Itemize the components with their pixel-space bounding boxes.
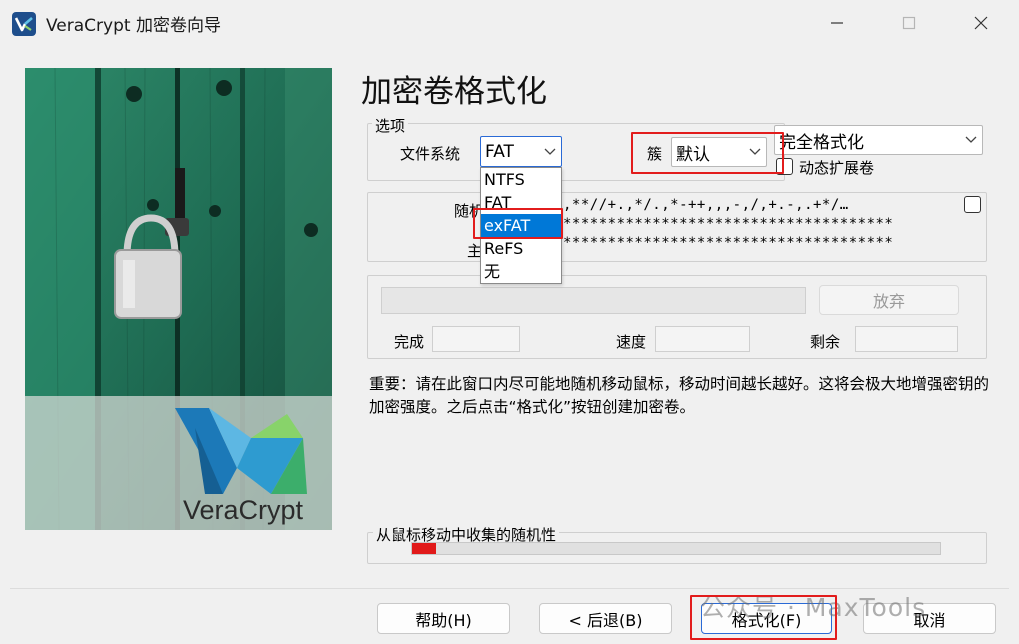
page-title: 加密卷格式化 [361, 74, 547, 110]
filesystem-select-value: FAT [485, 141, 514, 162]
chevron-down-icon [539, 148, 561, 156]
format-progress-bar [381, 287, 806, 314]
dropdown-option-exfat[interactable]: exFAT [481, 214, 561, 237]
chevron-down-icon [960, 136, 982, 144]
format-mode-value: 完全格式化 [779, 132, 864, 153]
cluster-label: 簇 [647, 145, 663, 163]
minimize-button[interactable] [808, 0, 866, 46]
header-key-value: ************************************* [563, 216, 894, 232]
maximize-button[interactable] [880, 0, 938, 46]
abort-button[interactable]: 放弃 [819, 285, 959, 315]
dropdown-option-refs[interactable]: ReFS [481, 237, 561, 260]
entropy-meter-fill [412, 543, 436, 554]
dropdown-option-ntfs[interactable]: NTFS [481, 168, 561, 191]
filesystem-select[interactable]: FAT [480, 136, 562, 167]
dynamic-volume-checkbox[interactable] [776, 158, 793, 175]
done-field [432, 326, 520, 352]
veracrypt-logo-icon [12, 12, 36, 36]
maximize-icon [902, 16, 916, 30]
wizard-side-image: VeraCrypt [25, 68, 332, 530]
format-mode-select[interactable]: 完全格式化 [774, 125, 983, 155]
watermark-text: 公众号 · MaxTools [700, 593, 927, 622]
instruction-text: 重要：请在此窗口内尽可能地随机移动鼠标，移动时间越长越好。这将会极大地增强密钥的… [369, 375, 990, 416]
remaining-label: 剩余 [810, 333, 841, 351]
speed-field [655, 326, 750, 352]
cluster-select-value: 默认 [676, 144, 710, 165]
back-button[interactable]: < 后退(B) [539, 603, 672, 634]
master-key-value: ************************************* [563, 235, 894, 251]
close-icon [974, 16, 988, 30]
dropdown-option-fat[interactable]: FAT [481, 191, 561, 214]
window-title: VeraCrypt 加密卷向导 [46, 16, 221, 36]
entropy-meter [411, 542, 941, 555]
minimize-icon [831, 22, 843, 24]
done-label: 完成 [394, 333, 425, 351]
options-group-label: 选项 [372, 115, 409, 136]
dropdown-option-none[interactable]: 无 [481, 260, 561, 283]
dynamic-volume-label: 动态扩展卷 [799, 159, 875, 177]
veracrypt-brand-text: VeraCrypt [183, 495, 304, 525]
close-button[interactable] [952, 0, 1010, 46]
remaining-field [855, 326, 958, 352]
chevron-down-icon [744, 148, 766, 156]
padlock-door-illustration: VeraCrypt [25, 68, 332, 530]
speed-label: 速度 [616, 333, 647, 351]
help-button[interactable]: 帮助(H) [377, 603, 510, 634]
show-pool-checkbox[interactable] [964, 196, 981, 213]
cluster-select[interactable]: 默认 [671, 137, 767, 167]
random-pool-value: ,**//+.,*/.,*-++,,,-,/,+.-,.+*/… [563, 197, 849, 213]
filesystem-dropdown-list[interactable]: NTFS FAT exFAT ReFS 无 [480, 167, 562, 284]
filesystem-label: 文件系统 [400, 145, 461, 163]
